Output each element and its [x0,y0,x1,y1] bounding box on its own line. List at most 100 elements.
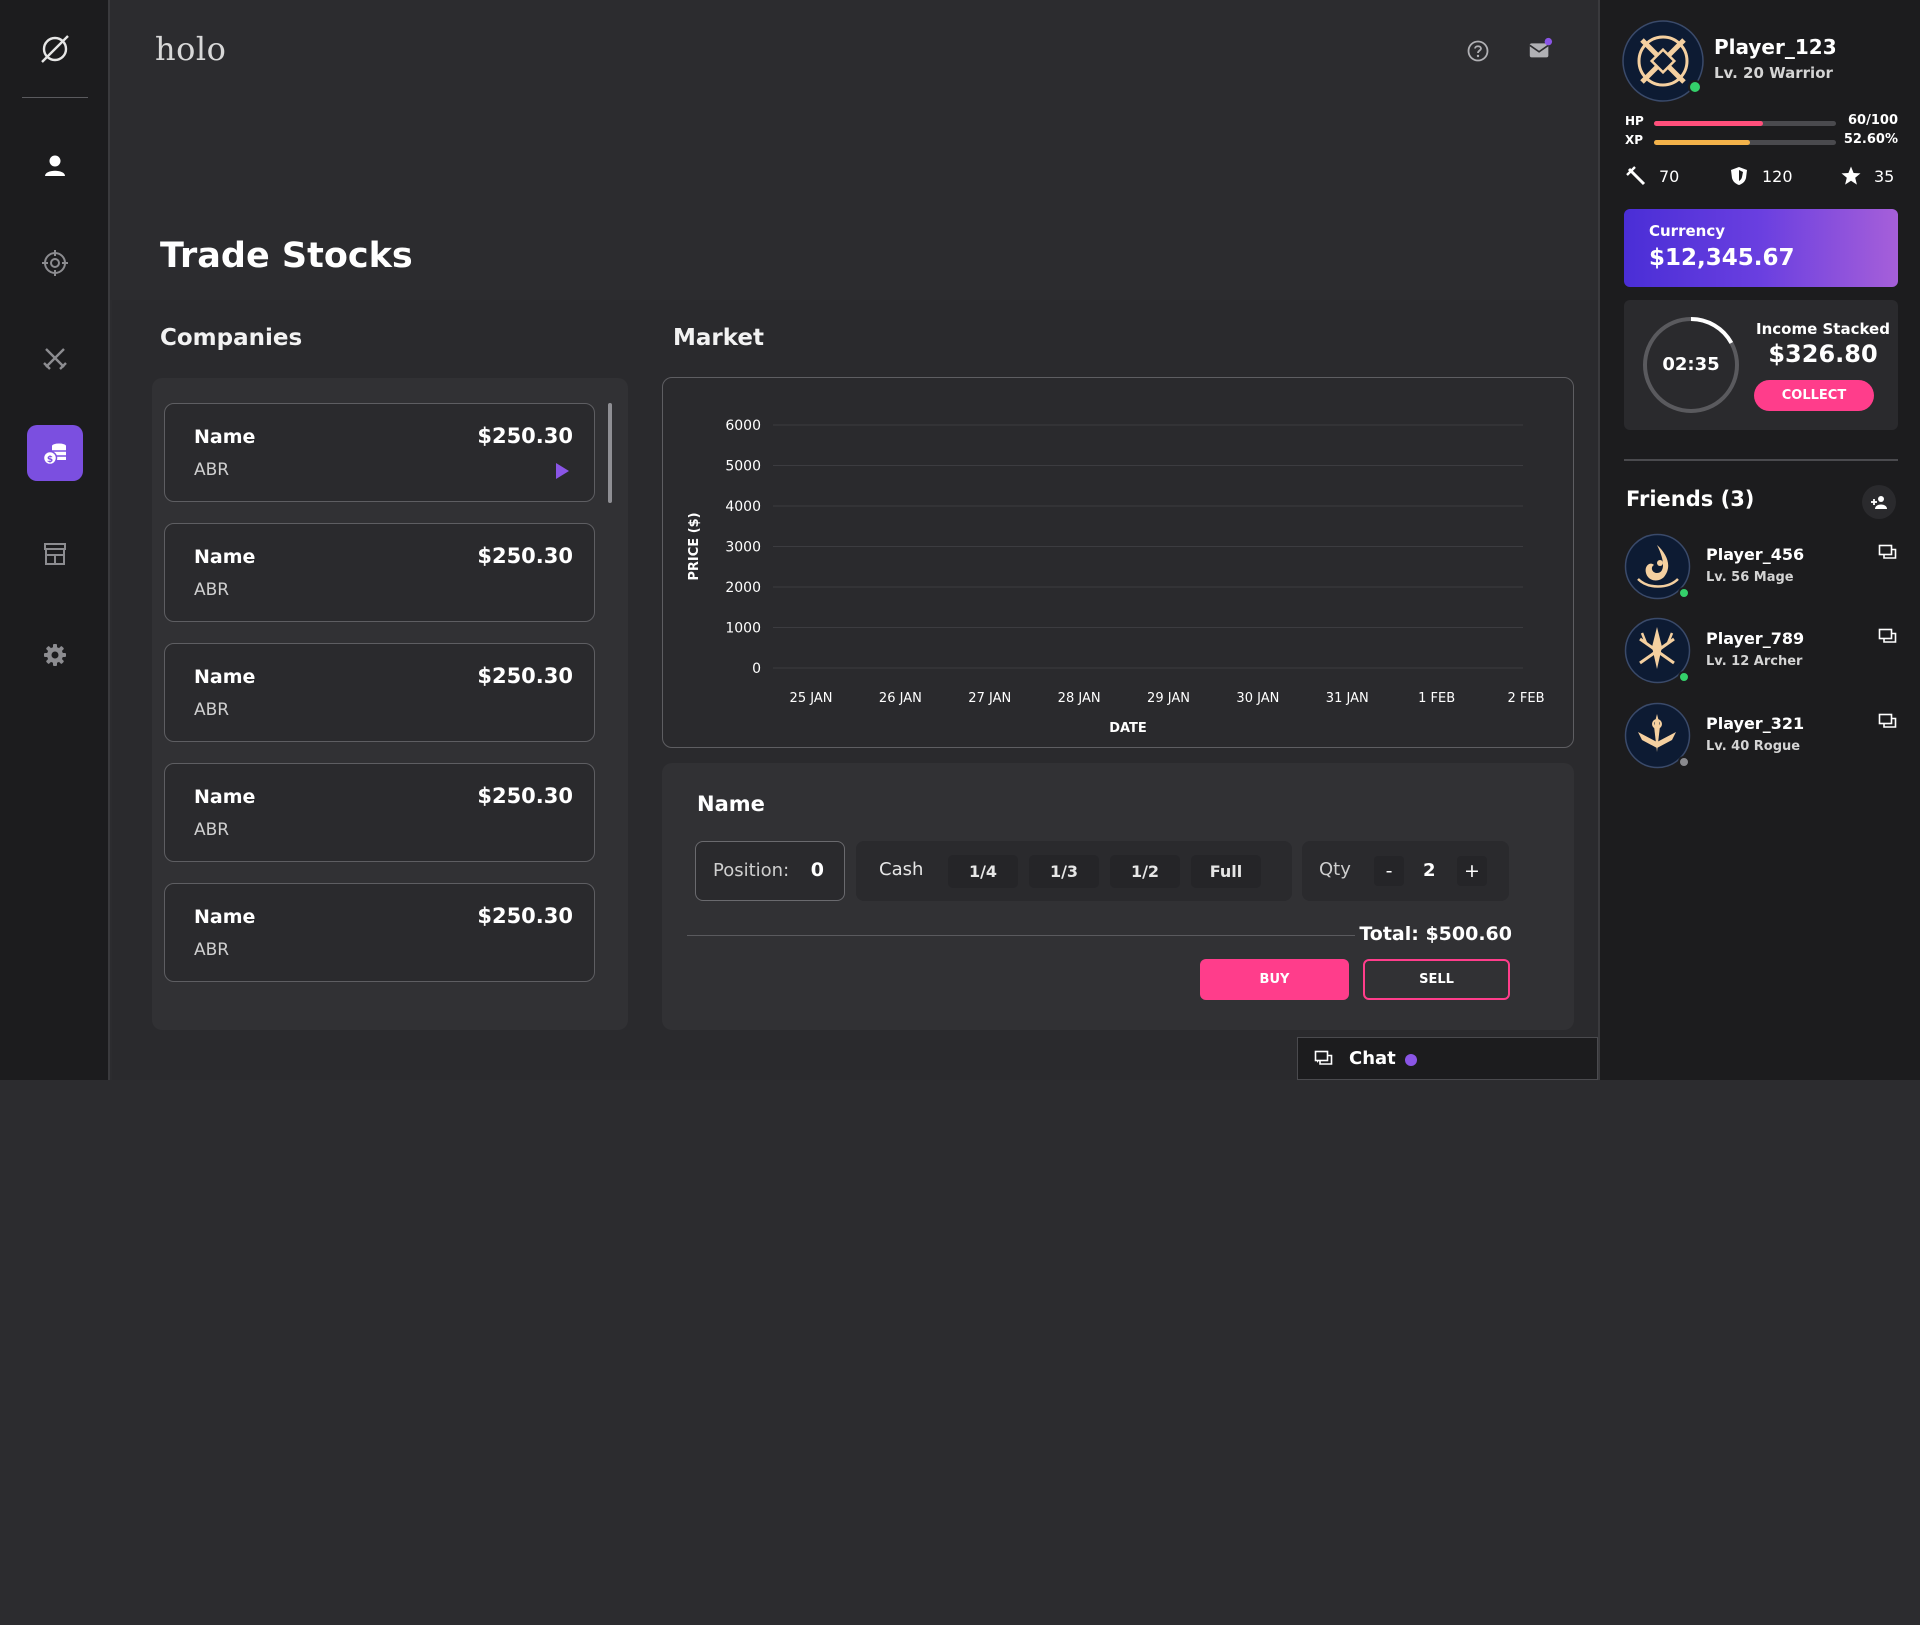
trade-company-name: Name [697,792,765,816]
cash-fraction-group: Cash 1/4 1/3 1/2 Full [856,841,1292,901]
brand-logo[interactable]: holo [155,30,226,68]
buy-button[interactable]: BUY [1200,959,1349,1000]
friend-item[interactable]: Player_456 Lv. 56 Mage [1624,533,1904,601]
company-name: Name [194,546,256,568]
page-title: Trade Stocks [160,236,413,276]
chat-icon [1314,1050,1333,1065]
y-axis-label: PRICE ($) [687,512,702,580]
hp-label: HP [1625,114,1644,128]
message-icon[interactable] [1878,712,1898,732]
online-status-dot [1678,671,1690,683]
svg-text:$: $ [47,455,53,465]
company-card[interactable]: Name $250.30 ABR [164,883,595,982]
crosshair-icon [42,250,68,276]
income-value: $326.80 [1768,340,1878,368]
friend-item[interactable]: Player_321 Lv. 40 Rogue [1624,702,1904,770]
online-status-dot [1688,80,1702,94]
market-title: Market [673,325,765,351]
fraction-third-button[interactable]: 1/3 [1029,855,1099,888]
collect-button[interactable]: COLLECT [1754,380,1874,411]
company-price: $250.30 [477,424,573,448]
defense-stat: 120 [1728,165,1793,187]
xp-bar-fill [1654,140,1750,145]
company-price: $250.30 [477,664,573,688]
company-card[interactable]: Name $250.30 ABR [164,403,595,502]
income-label: Income Stacked [1756,320,1890,338]
position-value: 0 [810,859,824,881]
nav-profile[interactable] [27,138,83,194]
message-icon[interactable] [1878,543,1898,563]
user-icon [45,155,65,176]
friend-class: Lv. 40 Rogue [1706,739,1801,754]
star-icon [1841,166,1861,185]
companies-list[interactable]: Name $250.30 ABR Name $250.30 ABR Name $… [152,378,628,1030]
shield-icon [1731,167,1747,185]
gear-icon [44,644,66,666]
sidebar: $ [0,0,110,1080]
qty-decrement-button[interactable]: - [1374,856,1404,886]
y-tick-label: 1000 [725,621,761,637]
y-tick-label: 2000 [725,580,761,596]
x-tick-label: 2 FEB [1507,691,1544,706]
help-icon[interactable] [1465,38,1491,64]
friend-name: Player_789 [1706,629,1805,648]
company-price: $250.30 [477,544,573,568]
currency-value: $12,345.67 [1649,245,1795,271]
logo-icon[interactable] [38,32,72,66]
y-tick-label: 4000 [725,499,761,515]
scrollbar-thumb[interactable] [608,403,612,503]
defense-value: 120 [1762,166,1793,186]
rank-value: 35 [1874,166,1895,186]
x-axis-label: DATE [1109,721,1147,736]
fraction-full-button[interactable]: Full [1191,855,1261,888]
company-ticker: ABR [194,700,230,720]
play-arrow-icon [556,463,569,479]
company-card[interactable]: Name $250.30 ABR [164,643,595,742]
sell-button[interactable]: SELL [1363,959,1510,1000]
xp-value: 52.60% [1843,132,1898,147]
nav-quests[interactable] [27,235,83,291]
company-name: Name [194,426,256,448]
qty-increment-button[interactable]: + [1457,856,1487,886]
xp-bar [1654,140,1836,145]
add-friend-button[interactable] [1862,485,1896,519]
crossed-swords-icon [43,348,67,370]
message-icon[interactable] [1878,627,1898,647]
chat-bar[interactable]: Chat [1297,1037,1598,1080]
qty-value[interactable]: 2 [1423,860,1436,881]
position-display: Position: 0 [695,841,845,901]
company-name: Name [194,906,256,928]
friend-class: Lv. 56 Mage [1706,570,1794,585]
x-tick-label: 1 FEB [1418,691,1455,706]
x-tick-label: 28 JAN [1058,691,1101,706]
company-card[interactable]: Name $250.30 ABR [164,763,595,862]
player-panel: Player_123 Lv. 20 Warrior HP 60/100 XP 5… [1598,0,1920,1080]
currency-label: Currency [1649,222,1726,240]
friend-name: Player_456 [1706,545,1805,564]
nav-shop[interactable] [27,526,83,582]
rank-stat: 35 [1840,165,1894,187]
market-chart: 6000 5000 4000 3000 2000 1000 0 25 JAN 26 JAN 27 … [662,377,1574,748]
inbox-icon[interactable] [1526,36,1554,62]
company-price: $250.30 [477,784,573,808]
company-card[interactable]: Name $250.30 ABR [164,523,595,622]
top-header: holo Trade Stocks [112,0,1598,300]
position-label: Position: [713,860,790,881]
nav-stocks[interactable]: $ [27,425,83,481]
income-card: 02:35 Income Stacked $326.80 COLLECT [1624,300,1898,430]
cash-label: Cash [879,859,924,880]
friend-class: Lv. 12 Archer [1706,654,1803,669]
nav-battle[interactable] [27,330,83,386]
friend-item[interactable]: Player_789 Lv. 12 Archer [1624,617,1904,685]
x-tick-label: 25 JAN [790,691,833,706]
x-tick-label: 27 JAN [968,691,1011,706]
y-tick-label: 0 [752,661,761,677]
sidebar-divider [22,97,88,98]
fraction-half-button[interactable]: 1/2 [1110,855,1180,888]
y-tick-label: 5000 [725,459,761,475]
fraction-quarter-button[interactable]: 1/4 [948,855,1018,888]
sword-icon [1626,166,1646,186]
company-name: Name [194,666,256,688]
nav-settings[interactable] [27,627,83,683]
company-ticker: ABR [194,580,230,600]
